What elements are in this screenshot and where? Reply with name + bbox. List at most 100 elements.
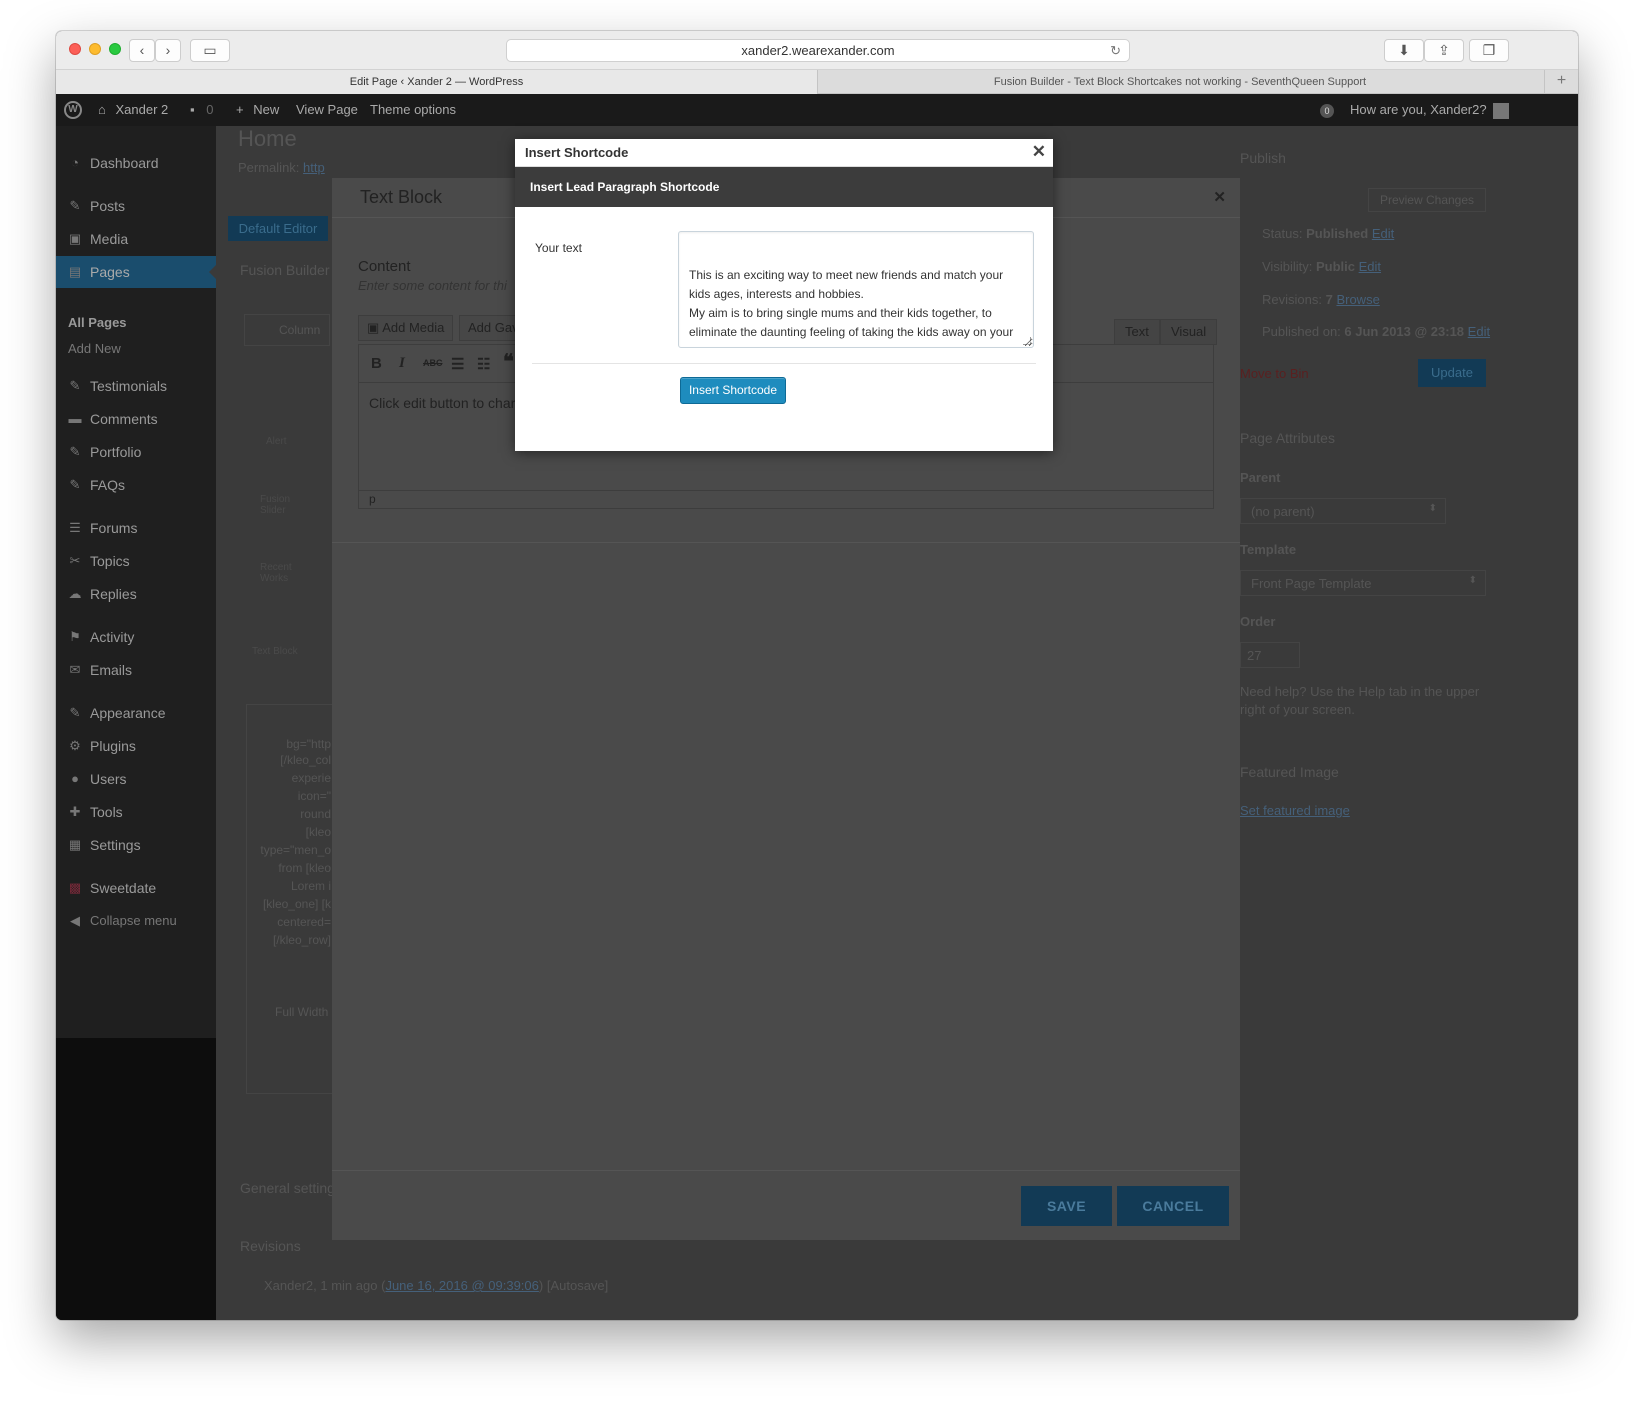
brush-icon: ✎ xyxy=(69,705,81,720)
sidebar-item-comments[interactable]: ▬ Comments xyxy=(56,403,216,435)
numbered-list-icon[interactable]: ☷ xyxy=(477,355,490,373)
sidebar-item-users[interactable]: ● Users xyxy=(56,763,216,795)
address-bar[interactable]: xander2.wearexander.com ↻ xyxy=(506,39,1130,62)
admin-bar-notifications[interactable]: 0 xyxy=(1320,94,1334,126)
add-media-button[interactable]: ▣ Add Media xyxy=(358,315,454,341)
move-to-bin-link[interactable]: Move to Bin xyxy=(1240,366,1309,381)
sidebar-item-faqs[interactable]: ✎ FAQs xyxy=(56,469,216,501)
code-line-2: experie xyxy=(291,771,331,785)
share-icon[interactable]: ⇪ xyxy=(1424,39,1464,62)
browser-tab-support[interactable]: Fusion Builder - Text Block Shortcakes n… xyxy=(818,70,1542,94)
visibility-edit-link[interactable]: Edit xyxy=(1359,259,1381,274)
your-text-textarea[interactable]: This is an exciting way to meet new frie… xyxy=(678,231,1034,348)
dialog-subtitle: Insert Lead Paragraph Shortcode xyxy=(530,180,720,194)
admin-bar-comments[interactable]: ▪ 0 xyxy=(190,94,213,126)
sidebar-sub-add-new[interactable]: Add New xyxy=(68,341,121,356)
pin-icon: ✎ xyxy=(69,198,81,213)
wordpress-logo-icon[interactable]: W xyxy=(64,101,82,119)
bullet-list-icon[interactable]: ☰ xyxy=(451,355,464,373)
column-box[interactable]: Column xyxy=(244,314,330,346)
insert-shortcode-button[interactable]: Insert Shortcode xyxy=(680,377,786,404)
sidebar-item-media[interactable]: ▣ Media xyxy=(56,223,216,255)
sidebar-item-label: Posts xyxy=(90,198,126,214)
update-button[interactable]: Update xyxy=(1418,359,1486,387)
bg-item-text-block: Text Block xyxy=(252,646,298,657)
revision-date-link[interactable]: June 16, 2016 @ 09:39:06 xyxy=(385,1278,538,1293)
pin-icon: ✎ xyxy=(69,444,81,459)
sidebar-collapse-menu[interactable]: ◀ Collapse menu xyxy=(56,905,216,937)
sidebar-item-plugins[interactable]: ⚙ Plugins xyxy=(56,730,216,762)
revisions-browse-link[interactable]: Browse xyxy=(1336,292,1379,307)
sidebar-item-forums[interactable]: ☰ Forums xyxy=(56,512,216,544)
sidebar-toggle-icon[interactable]: ▭ xyxy=(190,39,230,62)
sidebar-item-label: Collapse menu xyxy=(90,913,177,928)
revision-row: Xander2, 1 min ago (June 16, 2016 @ 09:3… xyxy=(264,1278,609,1293)
parent-select[interactable]: (no parent) ⬍ xyxy=(1240,498,1446,524)
your-text-value: This is an exciting way to meet new frie… xyxy=(689,268,1014,347)
sidebar-item-sweetdate[interactable]: ▩ Sweetdate xyxy=(56,872,216,904)
notification-badge: 0 xyxy=(1320,103,1334,118)
admin-bar-new[interactable]: + New xyxy=(236,94,279,126)
forward-arrow-icon[interactable]: › xyxy=(155,39,181,62)
sidebar-item-testimonials[interactable]: ✎ Testimonials xyxy=(56,370,216,402)
back-arrow-icon[interactable]: ‹ xyxy=(129,39,155,62)
sidebar-item-label: Testimonials xyxy=(90,378,168,394)
tab-visual[interactable]: Visual xyxy=(1160,319,1218,345)
italic-icon[interactable]: I xyxy=(399,355,405,372)
zoom-window-icon[interactable] xyxy=(109,43,121,55)
resize-handle-icon[interactable] xyxy=(1023,337,1031,345)
sidebar-sub-all-pages[interactable]: All Pages xyxy=(68,315,127,330)
close-icon[interactable]: ✕ xyxy=(1032,142,1046,162)
sidebar-item-replies[interactable]: ☁ Replies xyxy=(56,578,216,610)
comments-count: 0 xyxy=(206,102,214,117)
tab-text[interactable]: Text xyxy=(1114,319,1160,345)
sidebar-item-tools[interactable]: ✚ Tools xyxy=(56,796,216,828)
order-input[interactable]: 27 xyxy=(1240,642,1300,668)
published-on-edit-link[interactable]: Edit xyxy=(1468,324,1490,339)
wp-admin-bar: W ⌂ Xander 2 ▪ 0 + New View Page Theme o… xyxy=(56,94,1578,126)
cancel-button[interactable]: CANCEL xyxy=(1117,1186,1229,1226)
sidebar-item-emails[interactable]: ✉ Emails xyxy=(56,654,216,686)
editor-text: Click edit button to char xyxy=(369,395,516,411)
preview-changes-button[interactable]: Preview Changes xyxy=(1368,188,1486,212)
template-select[interactable]: Front Page Template ⬍ xyxy=(1240,570,1486,596)
close-window-icon[interactable] xyxy=(69,43,81,55)
published-on-value: 6 Jun 2013 @ 23:18 xyxy=(1344,324,1465,339)
bold-icon[interactable]: B xyxy=(371,355,382,372)
sidebar-item-settings[interactable]: ▦ Settings xyxy=(56,829,216,861)
status-row: Status: Published Edit xyxy=(1262,226,1394,241)
sidebar-item-activity[interactable]: ⚑ Activity xyxy=(56,621,216,653)
permalink-link[interactable]: http xyxy=(303,160,325,175)
browser-window: ‹ › ▭ xander2.wearexander.com ↻ ⬇ ⇪ ❐ Ed… xyxy=(56,31,1578,1320)
save-button[interactable]: SAVE xyxy=(1021,1186,1112,1226)
sidebar-item-dashboard[interactable]: ◔ Dashboard xyxy=(56,147,216,179)
code-line-4: round xyxy=(300,807,331,821)
download-icon[interactable]: ⬇ xyxy=(1384,39,1424,62)
sidebar-item-label: Emails xyxy=(90,662,133,678)
visibility-row: Visibility: Public Edit xyxy=(1262,259,1381,274)
admin-bar-site[interactable]: ⌂ Xander 2 xyxy=(98,94,168,126)
admin-bar-theme-options[interactable]: Theme options xyxy=(370,94,456,126)
new-tab-icon[interactable]: + xyxy=(1544,70,1578,94)
sidebar-item-posts[interactable]: ✎ Posts xyxy=(56,190,216,222)
reload-icon[interactable]: ↻ xyxy=(1110,40,1121,61)
set-featured-image-link[interactable]: Set featured image xyxy=(1240,803,1350,818)
sidebar-item-topics[interactable]: ✂ Topics xyxy=(56,545,216,577)
admin-bar-account[interactable]: How are you, Xander2? xyxy=(1350,94,1509,126)
close-icon[interactable]: ✕ xyxy=(1213,188,1226,206)
status-edit-link[interactable]: Edit xyxy=(1372,226,1394,241)
sidebar-item-label: Replies xyxy=(90,586,137,602)
strikethrough-icon[interactable]: ABC xyxy=(423,358,443,368)
visibility-value: Public xyxy=(1315,259,1355,274)
browser-tab-edit-page[interactable]: Edit Page ‹ Xander 2 — WordPress xyxy=(56,70,818,94)
tabs-overview-icon[interactable]: ❐ xyxy=(1469,39,1509,62)
greeting: How are you, Xander2? xyxy=(1350,102,1487,117)
default-editor-button[interactable]: Default Editor xyxy=(228,216,328,241)
sidebar-item-label: Comments xyxy=(90,411,158,427)
sidebar-item-portfolio[interactable]: ✎ Portfolio xyxy=(56,436,216,468)
sidebar-item-appearance[interactable]: ✎ Appearance xyxy=(56,697,216,729)
admin-bar-view-page[interactable]: View Page xyxy=(296,94,358,126)
sidebar-item-pages[interactable]: ▤ Pages xyxy=(56,256,216,288)
blockquote-icon[interactable]: ❝ xyxy=(503,349,514,374)
minimize-window-icon[interactable] xyxy=(89,43,101,55)
